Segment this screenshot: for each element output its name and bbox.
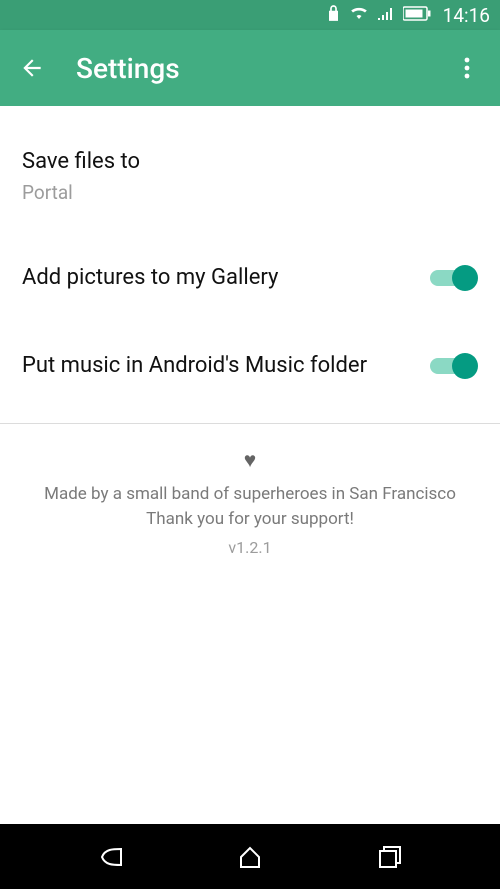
save-files-to-pref[interactable]: Save files to Portal (0, 136, 500, 216)
pref-label: Add pictures to my Gallery (22, 264, 430, 293)
app-bar: Settings (0, 30, 500, 106)
overflow-menu-button[interactable] (450, 46, 484, 90)
settings-list: Save files to Portal Add pictures to my … (0, 106, 500, 559)
put-music-pref[interactable]: Put music in Android's Music folder (0, 340, 500, 393)
add-pictures-toggle[interactable] (430, 265, 478, 291)
heart-icon: ♥ (20, 446, 480, 476)
nav-back-button[interactable] (70, 845, 150, 869)
battery-icon (403, 5, 431, 26)
nav-recent-button[interactable] (350, 845, 430, 869)
about-footer: ♥ Made by a small band of superheroes in… (0, 424, 500, 559)
status-bar: 14:16 (0, 0, 500, 30)
signal-icon (377, 5, 395, 26)
pref-label: Save files to (22, 148, 478, 177)
footer-line-1: Made by a small band of superheroes in S… (20, 482, 480, 507)
page-title: Settings (76, 52, 450, 85)
wifi-icon (349, 5, 369, 26)
version-label: v1.2.1 (20, 536, 480, 559)
lock-icon (326, 4, 341, 27)
nav-home-button[interactable] (210, 845, 290, 869)
put-music-toggle[interactable] (430, 353, 478, 379)
clock: 14:16 (443, 4, 490, 27)
back-button[interactable] (10, 46, 54, 90)
pref-label: Put music in Android's Music folder (22, 352, 430, 381)
navigation-bar (0, 824, 500, 889)
pref-value: Portal (22, 181, 478, 204)
footer-line-2: Thank you for your support! (20, 507, 480, 532)
add-pictures-pref[interactable]: Add pictures to my Gallery (0, 252, 500, 305)
